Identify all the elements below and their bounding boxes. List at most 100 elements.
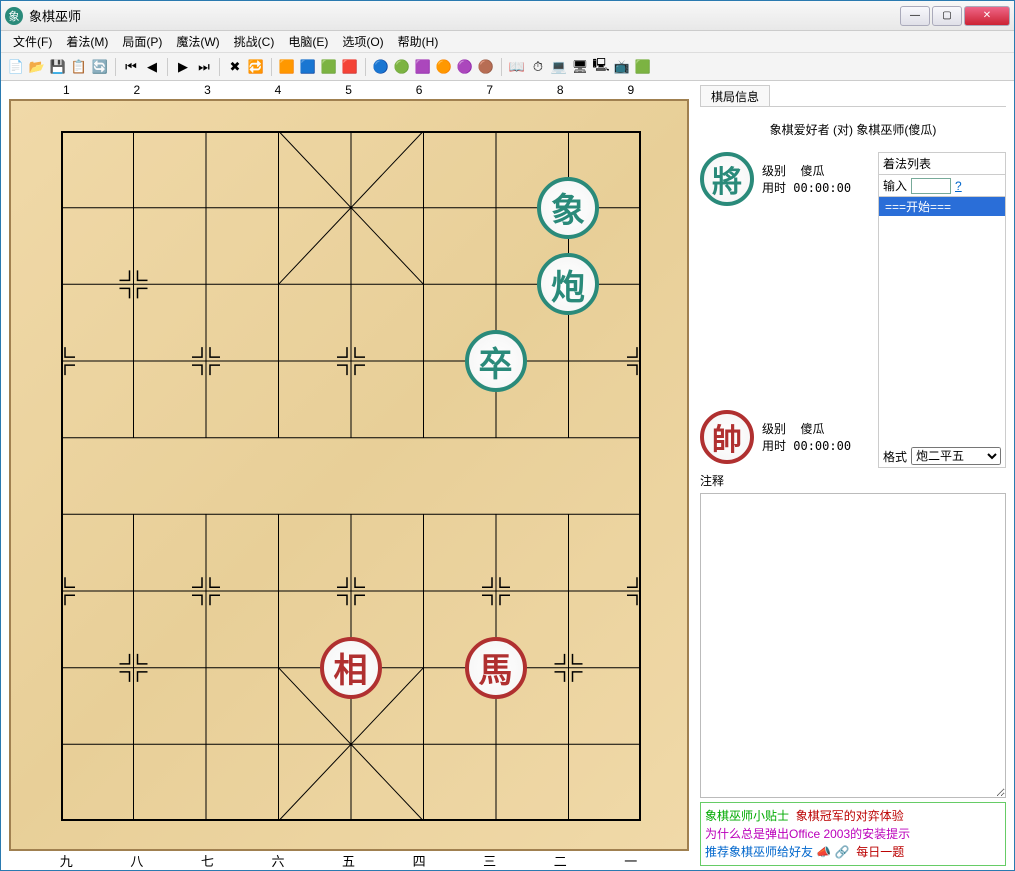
toolbar-button[interactable]: 🖳 (592, 58, 610, 76)
toolbar-button[interactable]: 🔄 (91, 58, 109, 76)
minimize-button[interactable]: — (900, 6, 930, 26)
toolbar-button[interactable]: 🟠 (435, 58, 453, 76)
piece-red[interactable]: 馬 (465, 637, 527, 699)
level-label: 级别 (762, 164, 786, 178)
toolbar-button[interactable]: ⏭ (195, 58, 213, 76)
info-tabs: 棋局信息 (700, 85, 1006, 107)
toolbar-button[interactable]: 📄 (7, 58, 25, 76)
movelist-item[interactable]: ===开始=== (879, 197, 1005, 216)
menu-item[interactable]: 局面(P) (116, 31, 168, 52)
toolbar-button[interactable]: 🟩 (634, 58, 652, 76)
coord-label: 4 (243, 83, 314, 99)
menu-item[interactable]: 电脑(E) (282, 31, 334, 52)
weibo-icon[interactable]: 📣 (816, 845, 831, 859)
coord-label: 7 (454, 83, 525, 99)
players-box: 將 级别 傻瓜 用时 00:00:00 帥 级别 傻瓜 用时 00:00:00 (700, 152, 1006, 468)
coord-label: 五 (313, 851, 384, 869)
daily-puzzle-link[interactable]: 每日一题 (856, 845, 904, 859)
toolbar-button[interactable]: 💻 (550, 58, 568, 76)
share-icon[interactable]: 🔗 (835, 845, 850, 859)
level-value: 傻瓜 (800, 164, 824, 178)
coords-bottom: 九八七六五四三二一 (3, 851, 694, 869)
coord-label: 6 (384, 83, 455, 99)
menubar: 文件(F)着法(M)局面(P)魔法(W)挑战(C)电脑(E)选项(O)帮助(H) (1, 31, 1014, 53)
tips-link1[interactable]: 象棋冠军的对弈体验 (796, 809, 904, 823)
toolbar-button[interactable]: 🟩 (320, 58, 338, 76)
toolbar-button[interactable]: 🟣 (456, 58, 474, 76)
toolbar-button[interactable]: 🟢 (393, 58, 411, 76)
toolbar-button[interactable]: ◀ (143, 58, 161, 76)
toolbar-button[interactable]: 📺 (613, 58, 631, 76)
time-label: 用时 (762, 181, 786, 195)
help-link[interactable]: ? (955, 179, 962, 193)
window-buttons: — ▢ ✕ (900, 6, 1010, 26)
close-button[interactable]: ✕ (964, 6, 1010, 26)
toolbar-button[interactable]: ⏮ (122, 58, 140, 76)
player-column: 將 级别 傻瓜 用时 00:00:00 帥 级别 傻瓜 用时 00:00:00 (700, 152, 870, 468)
window-title: 象棋巫师 (29, 6, 900, 25)
toolbar-button[interactable]: 🔁 (247, 58, 265, 76)
coord-label: 四 (384, 851, 455, 869)
format-row: 格式 炮二平五 (879, 445, 1005, 467)
menu-item[interactable]: 挑战(C) (228, 31, 281, 52)
coord-label: 九 (31, 851, 102, 869)
coord-label: 5 (313, 83, 384, 99)
piece-black[interactable]: 卒 (465, 330, 527, 392)
toolbar-button[interactable]: 📂 (28, 58, 46, 76)
toolbar-button[interactable]: 💾 (49, 58, 67, 76)
movelist[interactable]: ===开始=== (879, 197, 1005, 445)
coord-label: 2 (102, 83, 173, 99)
menu-item[interactable]: 选项(O) (336, 31, 389, 52)
menu-item[interactable]: 着法(M) (60, 31, 114, 52)
menu-item[interactable]: 文件(F) (7, 31, 58, 52)
menu-item[interactable]: 魔法(W) (170, 31, 225, 52)
toolbar-button[interactable]: 🟦 (299, 58, 317, 76)
movelist-input-row: 输入 ? (879, 175, 1005, 197)
toolbar-button[interactable]: 📋 (70, 58, 88, 76)
tips-link2[interactable]: 为什么总是弹出Office 2003的安装提示 (705, 825, 1001, 843)
toolbar-button[interactable]: ⏱ (529, 58, 547, 76)
format-select[interactable]: 炮二平五 (911, 447, 1001, 465)
toolbar-button[interactable]: 📖 (508, 58, 526, 76)
tips-link3[interactable]: 推荐象棋巫师给好友 (705, 845, 813, 859)
toolbar: 📄📂💾📋🔄⏮◀▶⏭✖🔁🟧🟦🟩🟥🔵🟢🟪🟠🟣🟤📖⏱💻🖥🖳📺🟩 (1, 53, 1014, 81)
toolbar-button[interactable]: 🟧 (278, 58, 296, 76)
time-value: 00:00:00 (793, 439, 851, 453)
annotation-box[interactable] (700, 493, 1006, 798)
coord-label: 一 (596, 851, 667, 869)
menu-item[interactable]: 帮助(H) (392, 31, 445, 52)
toolbar-button[interactable]: 🟥 (341, 58, 359, 76)
piece-black[interactable]: 象 (537, 177, 599, 239)
toolbar-button[interactable]: ▶ (174, 58, 192, 76)
side-panel: 棋局信息 象棋爱好者 (对) 象棋巫师(傻瓜) 將 级别 傻瓜 用时 00:00… (696, 81, 1014, 870)
level-value: 傻瓜 (800, 422, 824, 436)
toolbar-button[interactable]: 🖥 (571, 58, 589, 76)
toolbar-button[interactable]: 🟤 (477, 58, 495, 76)
toolbar-button[interactable]: 🔵 (372, 58, 390, 76)
toolbar-separator (365, 58, 366, 76)
move-input[interactable] (911, 178, 951, 194)
toolbar-separator (115, 58, 116, 76)
tips-title: 象棋巫师小贴士 (705, 809, 789, 823)
tips-box: 象棋巫师小贴士 象棋冠军的对弈体验 为什么总是弹出Office 2003的安装提… (700, 802, 1006, 866)
toolbar-button[interactable]: 🟪 (414, 58, 432, 76)
toolbar-button[interactable]: ✖ (226, 58, 244, 76)
piece-black[interactable]: 炮 (537, 253, 599, 315)
coord-label: 八 (102, 851, 173, 869)
input-label: 输入 (883, 177, 907, 194)
board[interactable]: 象炮卒相 馬 (9, 99, 689, 851)
coord-label: 1 (31, 83, 102, 99)
match-title: 象棋爱好者 (对) 象棋巫师(傻瓜) (700, 111, 1006, 148)
toolbar-separator (167, 58, 168, 76)
titlebar[interactable]: 象 象棋巫师 — ▢ ✕ (1, 1, 1014, 31)
coord-label: 七 (172, 851, 243, 869)
time-label: 用时 (762, 439, 786, 453)
toolbar-separator (219, 58, 220, 76)
player-red-row: 帥 级别 傻瓜 用时 00:00:00 (700, 410, 870, 464)
coord-label: 9 (596, 83, 667, 99)
maximize-button[interactable]: ▢ (932, 6, 962, 26)
tab-game-info[interactable]: 棋局信息 (700, 85, 770, 106)
player-black-row: 將 级别 傻瓜 用时 00:00:00 (700, 152, 870, 206)
content: 123456789 (1, 81, 1014, 870)
piece-red[interactable]: 相 (320, 637, 382, 699)
